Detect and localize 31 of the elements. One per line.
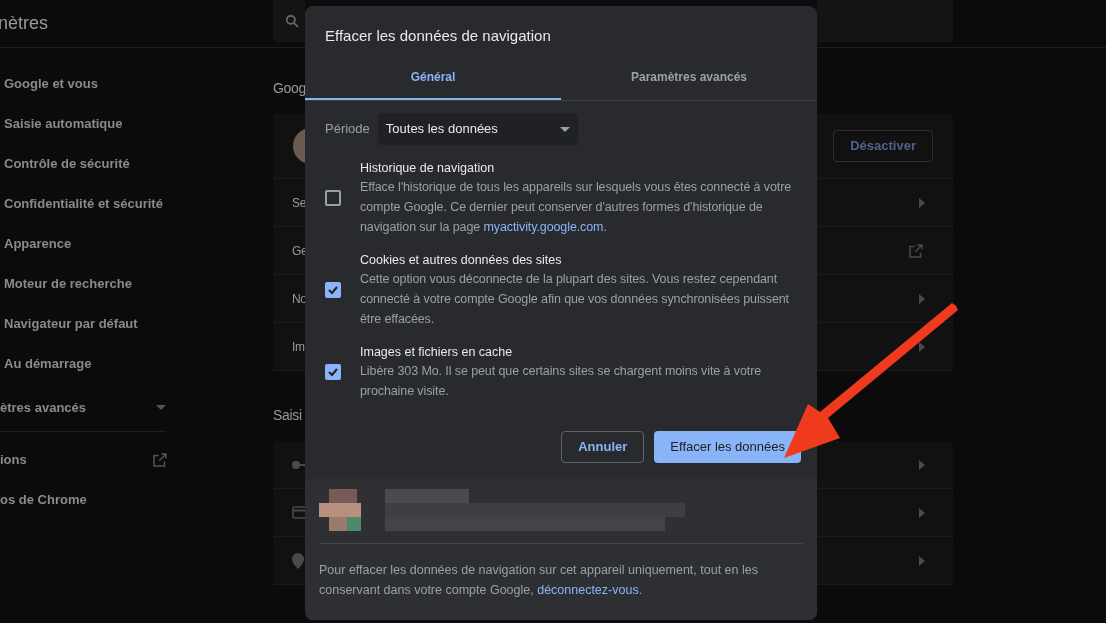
- settings-row-label[interactable]: Im: [292, 337, 305, 356]
- dialog-title: Effacer les données de navigation: [325, 27, 551, 44]
- period-label: Période: [325, 120, 370, 139]
- period-dropdown[interactable]: Toutes les données: [377, 113, 578, 145]
- cancel-button[interactable]: Annuler: [561, 431, 645, 463]
- tab[interactable]: Général: [305, 56, 561, 100]
- footer-note: Pour effacer les données de navigation sur cet appareil uniquement, tout en les conservant dans votre compte Google, déconnectez-vous.: [319, 562, 759, 599]
- sidebar-item[interactable]: Apparence: [4, 234, 72, 254]
- option-title: Images et fichiers en cache: [360, 344, 514, 361]
- page-title: nètres: [0, 12, 49, 35]
- sidebar-item[interactable]: ètres avancés: [0, 397, 86, 418]
- sidebar-item[interactable]: Confidentialité et sécurité: [4, 194, 163, 214]
- sidebar-item[interactable]: Saisie automatique: [4, 114, 123, 134]
- sidebar-item[interactable]: Contrôle de sécurité: [4, 154, 130, 174]
- sidebar-item[interactable]: Google et vous: [4, 74, 98, 94]
- option-title: Cookies et autres données des sites: [360, 252, 563, 269]
- sidebar-link[interactable]: ions: [0, 450, 27, 470]
- sidebar-item[interactable]: Moteur de recherche: [4, 274, 132, 294]
- turn-off-button[interactable]: Désactiver: [833, 130, 933, 162]
- sidebar-item[interactable]: Navigateur par défaut: [4, 314, 138, 334]
- option-description: Efface l'historique de tous les appareils sur lesquels vous êtes connecté à votre compte Google. Ce dernier peut conserver d'autres formes d'historique de navigation sur la page myactivity.google.com.: [360, 179, 793, 236]
- clear-data-button[interactable]: Effacer les données: [654, 431, 801, 463]
- tab[interactable]: Paramètres avancés: [561, 56, 817, 100]
- section-heading: Goog: [273, 80, 307, 96]
- sidebar-link[interactable]: os de Chrome: [0, 490, 87, 510]
- sign-out-link[interactable]: déconnectez-vous: [537, 583, 639, 597]
- option-description: Libère 303 Mo. Il se peut que certains sites se chargent moins vite à votre prochaine visite.: [360, 363, 763, 400]
- sidebar-item[interactable]: Au démarrage: [4, 354, 92, 374]
- option-description: Cette option vous déconnecte de la plupart des sites. Vous restez cependant connecté à votre compte Google afin que vos données synchronisées puissent être effacées.: [360, 271, 790, 328]
- option-title: Historique de navigation: [360, 160, 496, 177]
- section-heading: Saisi: [273, 407, 302, 423]
